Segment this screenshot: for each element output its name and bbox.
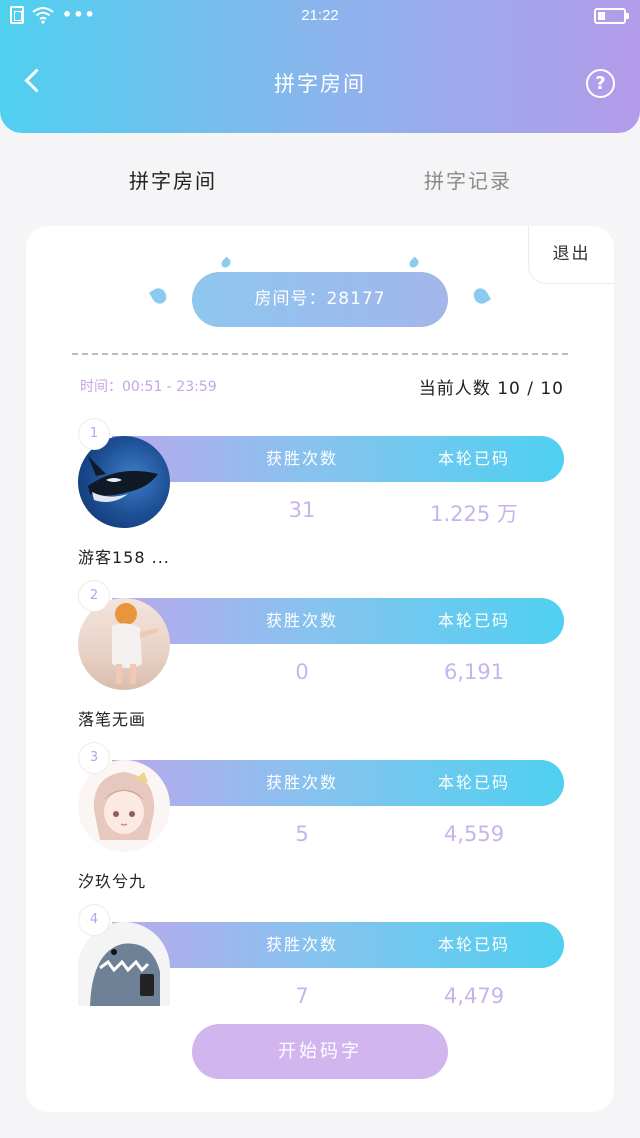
player-stats-bar: 获胜次数 本轮已码 — [112, 436, 564, 482]
player-name: 汐玖兮九 — [78, 872, 147, 891]
player-wins: 0 — [295, 660, 309, 684]
wins-header: 获胜次数 — [265, 611, 338, 630]
player-chars: 4,559 — [443, 822, 505, 846]
chars-header: 本轮已码 — [437, 935, 510, 954]
player-name: 游客158 ... — [78, 548, 170, 567]
clock: 21:22 — [301, 7, 339, 24]
wins-header: 获胜次数 — [265, 935, 338, 954]
status-bar: ••• 21:22 — [0, 0, 640, 34]
player-row[interactable]: 获胜次数 本轮已码 0 6,191 2 落笔无画 — [26, 580, 614, 758]
rank-badge: 1 — [78, 418, 110, 450]
player-wins: 31 — [288, 498, 316, 522]
wins-header: 获胜次数 — [265, 773, 338, 792]
droplet-decoration — [148, 285, 170, 307]
battery-icon — [594, 8, 629, 24]
player-wins: 5 — [295, 822, 309, 846]
tab-records[interactable]: 拼字记录 — [368, 165, 568, 194]
exit-button[interactable]: 退出 — [528, 226, 614, 284]
player-stats-bar: 获胜次数 本轮已码 — [112, 760, 564, 806]
player-stats-bar: 获胜次数 本轮已码 — [112, 922, 564, 968]
room-time: 时间：00:51 - 23:59 — [80, 379, 217, 395]
rank-badge: 2 — [78, 580, 110, 612]
chars-header: 本轮已码 — [437, 449, 510, 468]
room-number: 房间号：28177 — [192, 272, 448, 327]
player-chars: 4,479 — [443, 984, 505, 1008]
divider — [72, 353, 568, 355]
page-title: 拼字房间 — [274, 72, 366, 96]
rank-badge: 3 — [78, 742, 110, 774]
player-row[interactable]: 获胜次数 本轮已码 31 1.225 万 1 游客158 ... — [26, 418, 614, 596]
player-wins: 7 — [295, 984, 309, 1008]
player-name: 落笔无画 — [78, 710, 147, 729]
tab-bar: 拼字房间 拼字记录 — [0, 165, 640, 205]
help-button[interactable]: ? — [586, 69, 615, 98]
player-chars: 1.225 万 — [430, 502, 518, 526]
app-header: ••• 21:22 拼字房间 ? — [0, 0, 640, 133]
rank-badge: 4 — [78, 904, 110, 936]
player-chars: 6,191 — [443, 660, 505, 684]
droplet-decoration — [407, 256, 421, 270]
start-typing-button[interactable]: 开始码字 — [192, 1024, 448, 1079]
tab-room[interactable]: 拼字房间 — [73, 165, 273, 194]
chars-header: 本轮已码 — [437, 773, 510, 792]
droplet-decoration — [219, 256, 233, 270]
droplet-decoration — [470, 285, 492, 307]
chars-header: 本轮已码 — [437, 611, 510, 630]
player-row[interactable]: 获胜次数 本轮已码 5 4,559 3 汐玖兮九 — [26, 742, 614, 920]
people-count: 当前人数 10 / 10 — [418, 379, 564, 399]
player-stats-bar: 获胜次数 本轮已码 — [112, 598, 564, 644]
wins-header: 获胜次数 — [265, 449, 338, 468]
room-card: 退出 房间号：28177 时间：00:51 - 23:59 当前人数 10 / … — [26, 226, 614, 1112]
